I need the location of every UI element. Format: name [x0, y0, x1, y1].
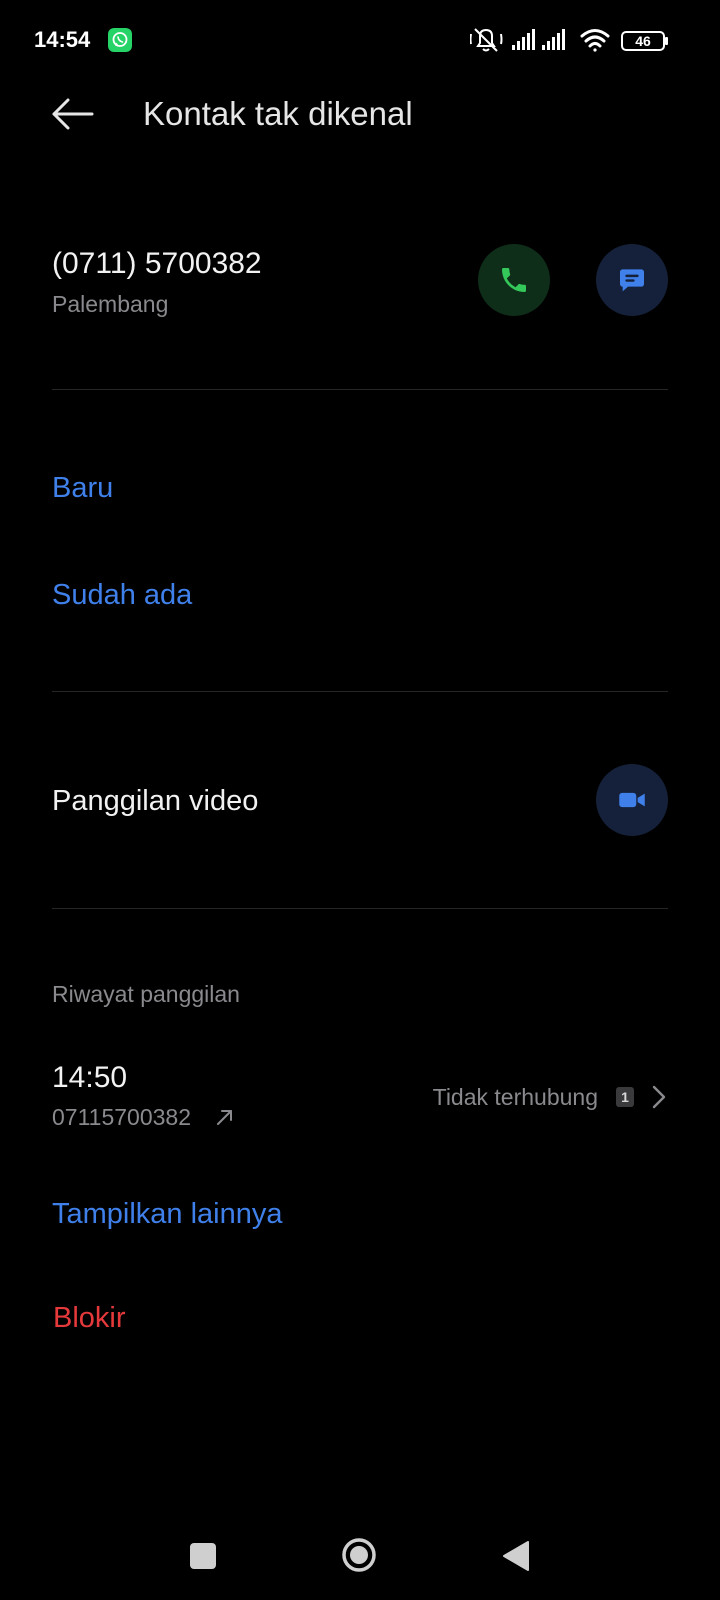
- whatsapp-icon: [108, 28, 132, 52]
- call-status: Tidak terhubung: [432, 1084, 598, 1110]
- phone-icon: [502, 268, 526, 292]
- message-button[interactable]: [596, 244, 668, 316]
- back-button[interactable]: [44, 88, 100, 140]
- video-call-button[interactable]: [596, 764, 668, 836]
- message-icon: [620, 269, 644, 292]
- outgoing-arrow-icon: [214, 1106, 236, 1128]
- signal-icon: [542, 29, 565, 50]
- call-count-badge: 1: [616, 1087, 634, 1107]
- divider: [52, 389, 668, 390]
- video-call-label: Panggilan video: [52, 785, 259, 817]
- contact-location: Palembang: [52, 291, 169, 317]
- battery-level: 46: [635, 33, 651, 49]
- page-title: Kontak tak dikenal: [143, 95, 413, 132]
- call-button[interactable]: [478, 244, 550, 316]
- call-number: 07115700382: [52, 1104, 191, 1130]
- existing-contact-link[interactable]: Sudah ada: [52, 577, 192, 613]
- mute-icon: [469, 28, 503, 52]
- wifi-icon: [580, 29, 610, 52]
- show-more-link[interactable]: Tampilkan lainnya: [52, 1196, 283, 1232]
- chevron-right-icon: [650, 1083, 668, 1111]
- call-history-heading: Riwayat panggilan: [52, 981, 240, 1007]
- arrow-left-icon: [52, 98, 94, 130]
- back-triangle-icon[interactable]: [502, 1540, 530, 1572]
- call-time: 14:50: [52, 1061, 128, 1094]
- block-button[interactable]: Blokir: [53, 1300, 126, 1336]
- home-circle-icon[interactable]: [341, 1537, 377, 1573]
- video-camera-icon: [619, 792, 645, 808]
- divider: [52, 691, 668, 692]
- recents-square-icon[interactable]: [190, 1543, 216, 1569]
- contact-number: (0711) 5700382: [52, 247, 262, 280]
- status-time: 14:54: [34, 27, 91, 52]
- divider: [52, 908, 668, 909]
- new-contact-link[interactable]: Baru: [52, 470, 113, 506]
- signal-icon: [512, 29, 535, 50]
